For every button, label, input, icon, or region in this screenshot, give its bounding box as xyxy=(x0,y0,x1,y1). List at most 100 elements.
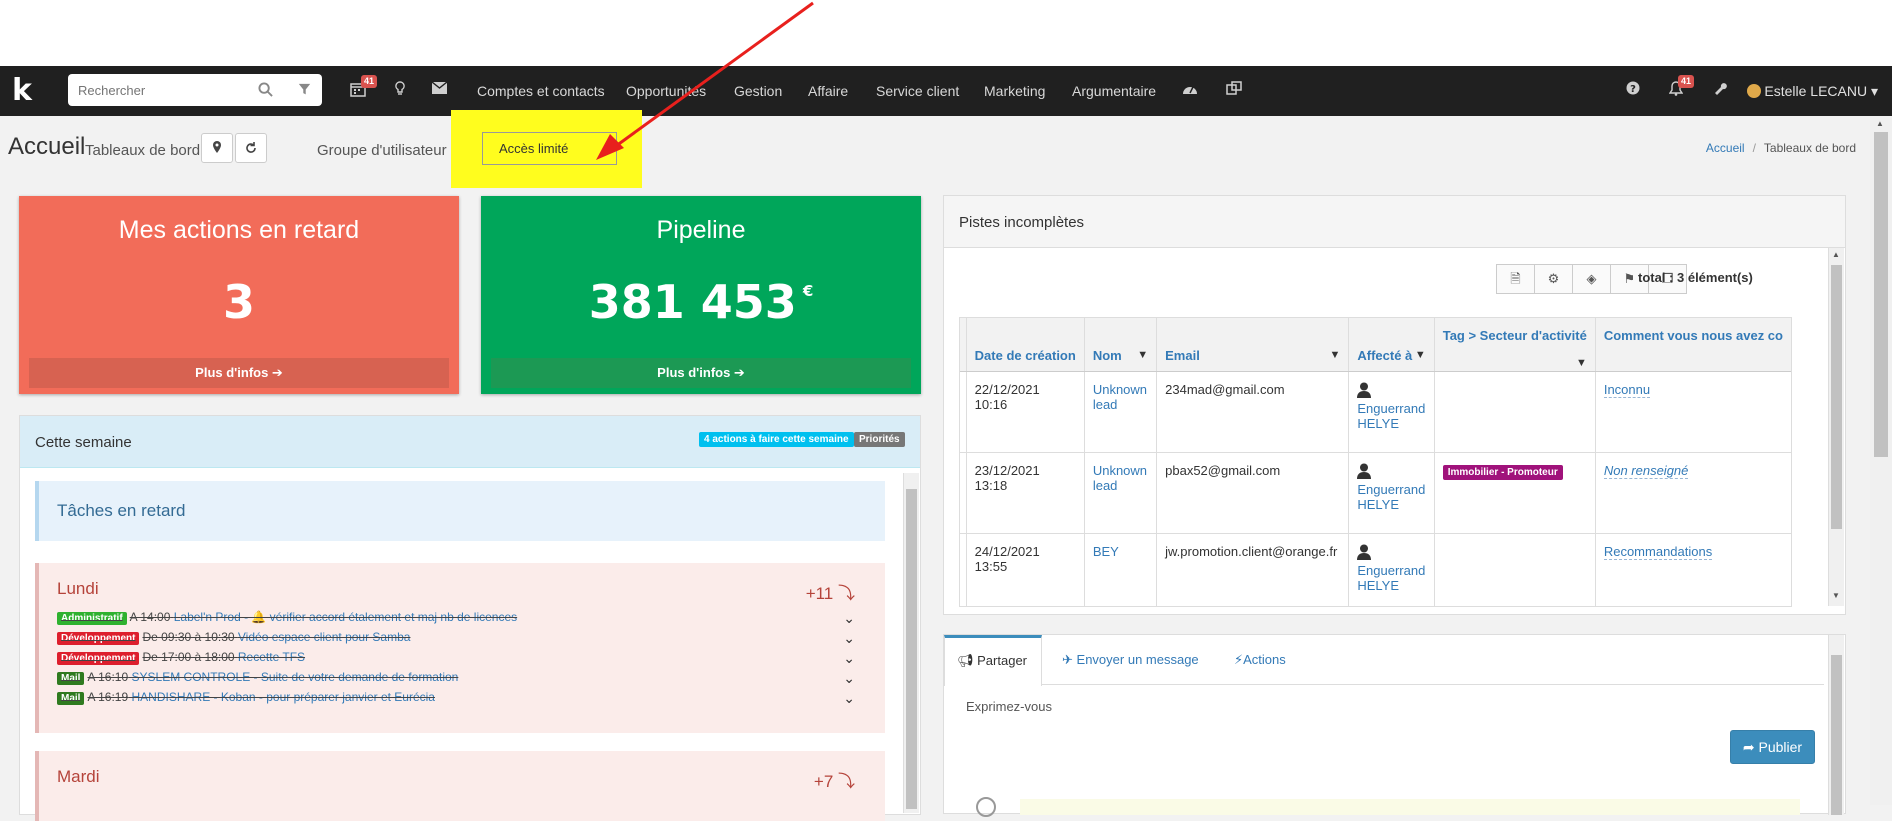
windows-icon[interactable] xyxy=(1226,81,1242,100)
wrench-icon[interactable] xyxy=(1713,81,1727,100)
scroll-down-arrow[interactable]: ▼ xyxy=(1832,591,1840,600)
week-scrollbar[interactable] xyxy=(903,473,919,813)
help-icon[interactable]: ? xyxy=(1626,81,1640,100)
cube-button[interactable]: ◈ xyxy=(1572,264,1611,294)
table-header-row: Date de création Nom ▼ Email ▼ Affecté à ▼ … xyxy=(960,318,1791,372)
tab-actions[interactable]: ⚡︎Actions xyxy=(1234,652,1286,668)
col-nom-label: Nom xyxy=(1092,347,1122,363)
leads-scrollbar[interactable]: ▲ ▼ xyxy=(1828,248,1844,606)
page-scrollbar-thumb[interactable] xyxy=(1874,132,1888,457)
task-item[interactable]: Administratif A 14:00 Label'n Prod - 🔔 vé… xyxy=(57,610,517,630)
pipeline-value-wrap: 381 453 € xyxy=(481,275,921,329)
dashboard-icon[interactable] xyxy=(1182,81,1198,100)
breadcrumb-accueil[interactable]: Accueil xyxy=(1706,141,1745,155)
nav-opportunites[interactable]: Opportunités xyxy=(626,83,706,99)
assignee-link[interactable]: Enguerrand HELYE xyxy=(1357,563,1425,593)
search-box xyxy=(68,74,322,106)
nav-affaire[interactable]: Affaire xyxy=(808,83,848,99)
assignee-link[interactable]: Enguerrand HELYE xyxy=(1357,482,1425,512)
svg-text:?: ? xyxy=(1630,84,1636,95)
search-input[interactable] xyxy=(68,74,258,106)
settings-button[interactable]: ⚙ xyxy=(1534,264,1573,294)
search-icon[interactable] xyxy=(258,82,273,100)
task-link[interactable]: SYSLEM CONTROLE - Suite de votre demande… xyxy=(132,670,459,684)
col-affecte[interactable]: Affecté à ▼ xyxy=(1348,318,1435,372)
tab-envoyer-message[interactable]: ✈ Envoyer un message xyxy=(1062,652,1199,668)
table-row[interactable]: 24/12/2021 13:55 BEY jw.promotion.client… xyxy=(960,533,1791,606)
task-item[interactable]: Développement De 17:00 à 18:00 Recette TF… xyxy=(57,650,305,670)
task-item[interactable]: Mail A 16:10 SYSLEM CONTROLE - Suite de v… xyxy=(57,670,458,690)
priorities-badge[interactable]: Priorités xyxy=(854,432,905,447)
excel-export-button[interactable]: 🗎 xyxy=(1496,264,1535,294)
task-link[interactable]: Label'n Prod - 🔔 vérifier accord étaleme… xyxy=(174,610,517,624)
filter-icon[interactable]: ▼ xyxy=(1576,357,1587,369)
chevron-down-icon[interactable]: ⌄ xyxy=(843,670,855,687)
lightbulb-icon[interactable] xyxy=(395,81,405,102)
comment-preview xyxy=(1020,799,1800,815)
comment-link[interactable]: Inconnu xyxy=(1603,381,1651,398)
filter-icon[interactable] xyxy=(298,83,311,99)
page-scroll-up-arrow[interactable]: ▲ xyxy=(1876,119,1884,128)
task-time: A 16:10 xyxy=(87,670,129,684)
assignee-link[interactable]: Enguerrand HELYE xyxy=(1357,401,1425,431)
share-scrollbar[interactable] xyxy=(1828,635,1844,815)
calendar-badge: 41 xyxy=(361,75,378,88)
lead-name-link[interactable]: BEY xyxy=(1093,544,1119,559)
leads-scrollbar-thumb[interactable] xyxy=(1831,265,1842,529)
user-group-select[interactable]: Accès limité xyxy=(482,132,617,165)
task-item[interactable]: Développement De 09:30 à 10:30 Vidéo espa… xyxy=(57,630,410,650)
leads-table: Date de création Nom ▼ Email ▼ Affecté à ▼ … xyxy=(959,317,1792,607)
user-icon xyxy=(1357,544,1372,560)
filter-icon[interactable]: ▼ xyxy=(1415,349,1426,361)
chevron-down-icon[interactable]: ⌄ xyxy=(843,690,855,707)
table-row[interactable]: 23/12/2021 13:18 Unknown lead pbax52@gma… xyxy=(960,452,1791,534)
lead-name-link[interactable]: Unknown lead xyxy=(1093,382,1147,412)
share-input[interactable]: Exprimez-vous xyxy=(966,699,1052,714)
top-navbar: k 41 Comptes et contacts Opportunités Ge… xyxy=(0,66,1892,116)
task-item[interactable]: Mail A 16:19 HANDISHARE - Koban - pour pr… xyxy=(57,690,435,710)
chevron-down-icon[interactable]: ⌄ xyxy=(843,630,855,647)
nav-service-client[interactable]: Service client xyxy=(876,83,959,99)
table-row[interactable]: 22/12/2021 10:16 Unknown lead 234mad@gma… xyxy=(960,371,1791,453)
late-actions-value: 3 xyxy=(222,275,255,329)
nav-comptes-contacts[interactable]: Comptes et contacts xyxy=(477,83,605,99)
refresh-button[interactable] xyxy=(235,133,267,163)
page-scrollbar[interactable]: ▲ xyxy=(1870,116,1892,805)
scroll-up-arrow[interactable]: ▲ xyxy=(1832,250,1840,259)
share-scrollbar-thumb[interactable] xyxy=(1831,655,1842,815)
col-nom[interactable]: Nom ▼ xyxy=(1084,318,1158,372)
chevron-down-icon[interactable]: ⌄ xyxy=(843,610,855,627)
user-menu[interactable]: Estelle LECANU ▾ xyxy=(1747,83,1878,100)
notification-badge: 41 xyxy=(1678,75,1695,88)
col-comment[interactable]: Comment vous nous avez co xyxy=(1595,318,1791,372)
nav-gestion[interactable]: Gestion xyxy=(734,83,782,99)
task-link[interactable]: Recette TFS xyxy=(238,650,305,664)
publish-button[interactable]: ➦ Publier xyxy=(1730,730,1815,764)
envelope-icon[interactable] xyxy=(431,81,448,99)
col-tag[interactable]: Tag > Secteur d'activité ▼ xyxy=(1434,318,1596,372)
col-email-label: Email xyxy=(1165,347,1200,363)
chevron-down-icon[interactable]: ⌄ xyxy=(843,650,855,667)
filter-icon[interactable]: ▼ xyxy=(1329,349,1340,361)
task-link[interactable]: HANDISHARE - Koban - pour préparer janvi… xyxy=(132,690,435,704)
lead-name-link[interactable]: Unknown lead xyxy=(1093,463,1147,493)
col-date[interactable]: Date de création xyxy=(966,318,1085,372)
task-link[interactable]: Vidéo espace client pour Samba xyxy=(238,630,411,644)
koban-logo[interactable]: k xyxy=(12,76,36,106)
week-panel-title: Cette semaine xyxy=(35,434,132,451)
week-scrollbar-thumb[interactable] xyxy=(906,489,917,809)
day-count[interactable]: +7 ⤵ xyxy=(814,767,855,792)
col-email[interactable]: Email ▼ xyxy=(1156,318,1350,372)
filter-icon[interactable]: ▼ xyxy=(1137,349,1148,361)
late-actions-more-link[interactable]: Plus d'infos ➔ xyxy=(29,358,449,388)
nav-argumentaire[interactable]: Argumentaire xyxy=(1072,83,1156,99)
day-count[interactable]: +11 ⤵ xyxy=(806,579,855,604)
comment-link[interactable]: Recommandations xyxy=(1603,543,1713,560)
late-tasks-box: Tâches en retard xyxy=(35,481,885,541)
pipeline-more-link[interactable]: Plus d'infos ➔ xyxy=(491,358,911,388)
comment-link[interactable]: Non renseigné xyxy=(1603,462,1689,479)
tab-partager[interactable]: 📢︎ Partager xyxy=(944,635,1043,686)
nav-marketing[interactable]: Marketing xyxy=(984,83,1045,99)
pin-button[interactable] xyxy=(201,133,233,163)
todo-badge[interactable]: 4 actions à faire cette semaine xyxy=(699,432,854,447)
